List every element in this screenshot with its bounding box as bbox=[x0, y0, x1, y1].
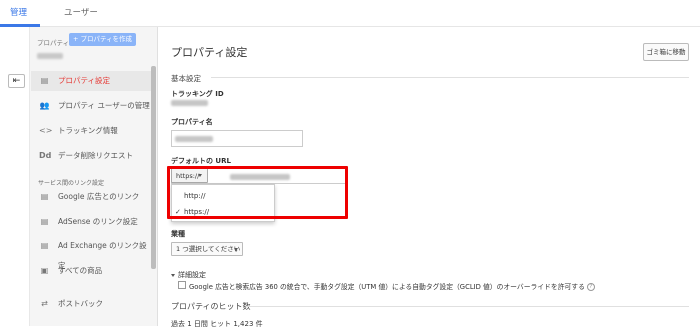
sidebar-item-label: プロパティ設定 bbox=[58, 76, 111, 85]
sidebar-scrollbar[interactable] bbox=[151, 66, 156, 269]
details-toggle[interactable]: 詳細設定 bbox=[171, 270, 206, 280]
property-name-input[interactable] bbox=[171, 130, 303, 147]
override-checkbox-label: Google 広告と検索広告 360 の統合で、手動タグ設定（UTM 値）による… bbox=[189, 281, 595, 291]
top-nav: 管理 ユーザー bbox=[0, 0, 700, 27]
sidebar-item-label: トラッキング情報 bbox=[58, 126, 118, 135]
sidebar-item-adsense[interactable]: ▤ AdSense のリンク設定 bbox=[31, 212, 151, 232]
property-label: プロパティ bbox=[37, 39, 70, 47]
override-checkbox[interactable] bbox=[178, 281, 186, 289]
sidebar-item-label: プロパティ ユーザーの管理 bbox=[58, 101, 150, 110]
default-url-label: デフォルトの URL bbox=[171, 157, 231, 165]
ads-icon: ▤ bbox=[40, 192, 49, 201]
chevron-down-icon bbox=[234, 248, 238, 251]
back-arrow-icon[interactable]: ⇤ bbox=[8, 74, 25, 88]
code-icon: <> bbox=[39, 126, 53, 135]
sidebar-item-tracking-info[interactable]: <> トラッキング情報 bbox=[31, 121, 151, 141]
adexchange-icon: ▤ bbox=[40, 241, 49, 250]
tab-user[interactable]: ユーザー bbox=[64, 6, 98, 18]
sidebar-left-column bbox=[0, 27, 30, 326]
create-property-button[interactable]: + プロパティを作成 bbox=[69, 33, 136, 46]
tracking-id-value-redacted bbox=[171, 100, 208, 106]
sidebar-item-property-settings[interactable]: ▤ プロパティ設定 bbox=[31, 71, 151, 91]
products-icon: ▣ bbox=[40, 266, 49, 275]
highlight-box bbox=[167, 166, 348, 219]
sidebar-item-adexchange[interactable]: ▤ Ad Exchange のリンク設定 bbox=[31, 236, 151, 270]
sidebar-item-postback[interactable]: ⇄ ポストバック bbox=[31, 294, 151, 314]
industry-select-value: 1 つ選択してください bbox=[176, 245, 241, 253]
divider bbox=[211, 77, 689, 78]
property-name-redacted bbox=[37, 53, 63, 59]
postback-icon: ⇄ bbox=[41, 299, 48, 308]
property-name-value-redacted bbox=[175, 136, 213, 142]
sidebar-item-all-products[interactable]: ▣ すべての商品 bbox=[31, 261, 151, 281]
adsense-icon: ▤ bbox=[40, 217, 49, 226]
sidebar-item-google-ads[interactable]: ▤ Google 広告とのリンク bbox=[31, 187, 151, 207]
tracking-id-label: トラッキング ID bbox=[171, 90, 224, 98]
hits-row: 過去 1 日間 ヒット 1,423 件 bbox=[171, 320, 263, 328]
section-header-links: サービス間のリンク設定 bbox=[38, 180, 105, 187]
sidebar-item-user-management[interactable]: 👥 プロパティ ユーザーの管理 bbox=[31, 96, 151, 116]
sidebar-item-data-deletion[interactable]: Dd データ削除リクエスト bbox=[31, 146, 151, 166]
page-title: プロパティ設定 bbox=[171, 46, 248, 59]
sidebar-item-label: すべての商品 bbox=[58, 266, 103, 275]
divider bbox=[246, 306, 689, 307]
property-name-label: プロパティ名 bbox=[171, 118, 213, 126]
users-icon: 👥 bbox=[39, 101, 50, 110]
move-to-trash-button[interactable]: ゴミ箱に移動 bbox=[643, 43, 689, 61]
triangle-down-icon bbox=[171, 273, 175, 277]
sidebar-item-label: データ削除リクエスト bbox=[58, 151, 133, 160]
help-icon[interactable]: ? bbox=[586, 283, 595, 291]
document-icon: ▤ bbox=[40, 76, 49, 85]
tab-admin[interactable]: 管理 bbox=[10, 6, 27, 18]
industry-label: 業種 bbox=[171, 230, 185, 238]
dd-icon: Dd bbox=[39, 151, 52, 160]
industry-select[interactable]: 1 つ選択してください bbox=[171, 242, 243, 256]
sidebar-item-label: Google 広告とのリンク bbox=[58, 192, 140, 201]
sidebar-item-label: ポストバック bbox=[58, 299, 103, 308]
details-label: 詳細設定 bbox=[178, 271, 206, 279]
hits-heading: プロパティのヒット数 bbox=[171, 302, 251, 311]
checkbox-text: Google 広告と検索広告 360 の統合で、手動タグ設定（UTM 値）による… bbox=[189, 283, 585, 291]
basic-settings-heading: 基本設定 bbox=[171, 74, 201, 83]
sidebar-item-label: AdSense のリンク設定 bbox=[58, 217, 138, 226]
